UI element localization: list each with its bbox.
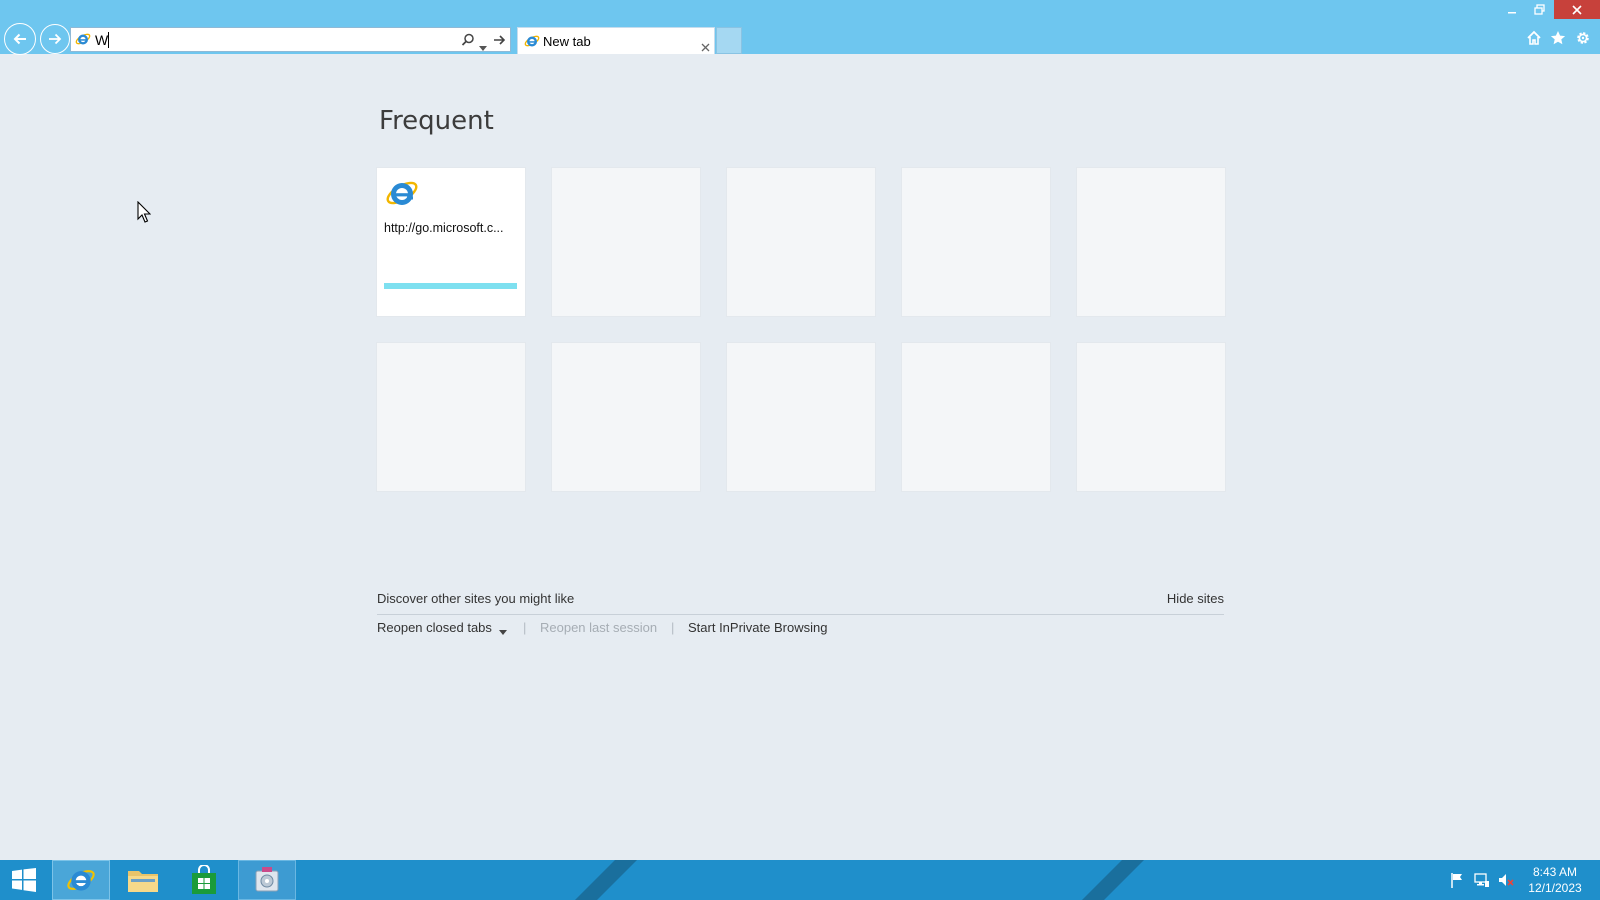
action-center-flag-icon[interactable] xyxy=(1450,872,1464,892)
reopen-closed-tabs-link[interactable]: Reopen closed tabs xyxy=(377,620,492,635)
tile-url: http://go.microsoft.c... xyxy=(384,221,504,235)
ie-icon xyxy=(75,31,91,51)
taskbar-internet-explorer[interactable] xyxy=(52,860,110,900)
store-icon xyxy=(192,865,216,894)
home-icon[interactable] xyxy=(1526,30,1542,50)
separator: | xyxy=(671,620,675,635)
reopen-last-session-link: Reopen last session xyxy=(540,620,658,635)
frequent-site-tile-empty xyxy=(552,343,700,491)
frequent-site-tile-empty xyxy=(902,168,1050,316)
clock-time: 8:43 AM xyxy=(1532,865,1578,879)
search-icon[interactable] xyxy=(461,32,475,51)
start-button[interactable] xyxy=(0,860,48,900)
back-arrow-icon xyxy=(13,33,26,45)
close-window-button[interactable] xyxy=(1554,0,1600,19)
new-tab-button[interactable] xyxy=(716,27,742,54)
app-icon xyxy=(255,867,279,892)
taskbar: 8:43 AM 12/1/2023 xyxy=(0,860,1600,900)
tab-label: New tab xyxy=(543,34,591,49)
clock-date: 12/1/2023 xyxy=(1528,881,1582,895)
network-icon[interactable] xyxy=(1474,872,1490,892)
back-button[interactable] xyxy=(4,23,36,55)
discover-row: Discover other sites you might like Hide… xyxy=(377,591,1224,615)
address-input[interactable] xyxy=(95,30,425,49)
chevron-down-icon[interactable] xyxy=(479,37,487,56)
restore-icon xyxy=(1533,4,1545,15)
frequent-site-tile-empty xyxy=(1077,168,1225,316)
frequent-site-tile-empty xyxy=(727,343,875,491)
mouse-cursor-icon xyxy=(137,200,152,227)
start-inprivate-link[interactable]: Start InPrivate Browsing xyxy=(688,620,827,635)
frequent-site-tile[interactable]: http://go.microsoft.c... xyxy=(377,168,525,316)
minimize-icon xyxy=(1508,11,1516,13)
windows-logo-icon xyxy=(12,868,36,892)
frequent-site-tile-empty xyxy=(1077,343,1225,491)
frequent-site-tile-empty xyxy=(727,168,875,316)
ie-icon xyxy=(524,33,540,53)
volume-muted-icon[interactable] xyxy=(1498,872,1514,892)
forward-button[interactable] xyxy=(40,24,70,54)
taskbar-clock[interactable]: 8:43 AM 12/1/2023 xyxy=(1520,864,1590,896)
close-tab-icon[interactable] xyxy=(701,37,710,56)
gear-icon[interactable] xyxy=(1575,30,1591,50)
restore-button[interactable] xyxy=(1526,0,1552,19)
text-caret xyxy=(108,32,109,48)
tile-activity-bar xyxy=(384,283,517,289)
favorites-star-icon[interactable] xyxy=(1550,30,1566,50)
frequent-site-tile-empty xyxy=(377,343,525,491)
close-icon xyxy=(1572,4,1582,15)
tab-new-tab[interactable]: New tab xyxy=(517,27,715,54)
frequent-heading: Frequent xyxy=(379,106,494,136)
taskbar-decoration xyxy=(575,860,637,900)
forward-arrow-icon xyxy=(49,33,62,45)
chevron-down-icon[interactable] xyxy=(499,624,507,639)
ie-icon xyxy=(385,176,419,214)
taskbar-store[interactable] xyxy=(174,860,234,900)
taskbar-file-explorer[interactable] xyxy=(112,860,174,900)
taskbar-decoration xyxy=(1082,860,1144,900)
folder-icon xyxy=(128,871,158,892)
minimize-button[interactable] xyxy=(1498,0,1526,19)
ie-icon xyxy=(67,870,95,891)
frequent-site-tile-empty xyxy=(552,168,700,316)
discover-sites-link[interactable]: Discover other sites you might like xyxy=(377,591,574,606)
browser-titlebar: New tab xyxy=(0,0,1600,55)
separator: | xyxy=(523,620,527,635)
go-arrow-icon[interactable] xyxy=(493,32,507,51)
new-tab-actions: Reopen closed tabs | Reopen last session… xyxy=(377,620,1277,640)
address-bar[interactable] xyxy=(70,27,511,52)
frequent-site-tile-empty xyxy=(902,343,1050,491)
taskbar-app[interactable] xyxy=(238,860,296,900)
hide-sites-link[interactable]: Hide sites xyxy=(1167,591,1224,606)
